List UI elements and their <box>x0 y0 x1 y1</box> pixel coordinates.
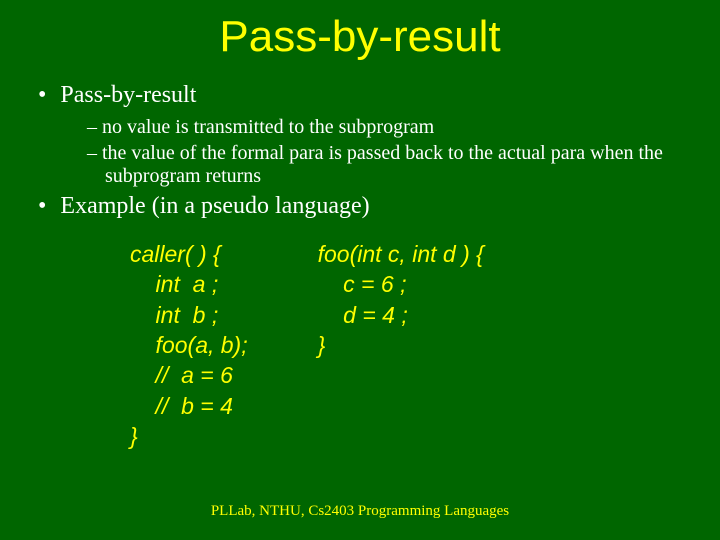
bullet-level2: no value is transmitted to the subprogra… <box>105 116 670 140</box>
slide: Pass-by-result Pass-by-result no value i… <box>0 0 720 540</box>
slide-title: Pass-by-result <box>50 12 670 62</box>
bullet-level2: the value of the formal para is passed b… <box>105 142 670 189</box>
code-block-caller: caller( ) { int a ; int b ; foo(a, b); /… <box>130 239 248 452</box>
code-example-row: caller( ) { int a ; int b ; foo(a, b); /… <box>130 239 670 452</box>
code-block-foo: foo(int c, int d ) { c = 6 ; d = 4 ; } <box>318 239 484 452</box>
slide-footer: PLLab, NTHU, Cs2403 Programming Language… <box>0 503 720 520</box>
bullet-level1: Pass-by-result <box>60 80 670 110</box>
bullet-level1: Example (in a pseudo language) <box>60 191 670 221</box>
